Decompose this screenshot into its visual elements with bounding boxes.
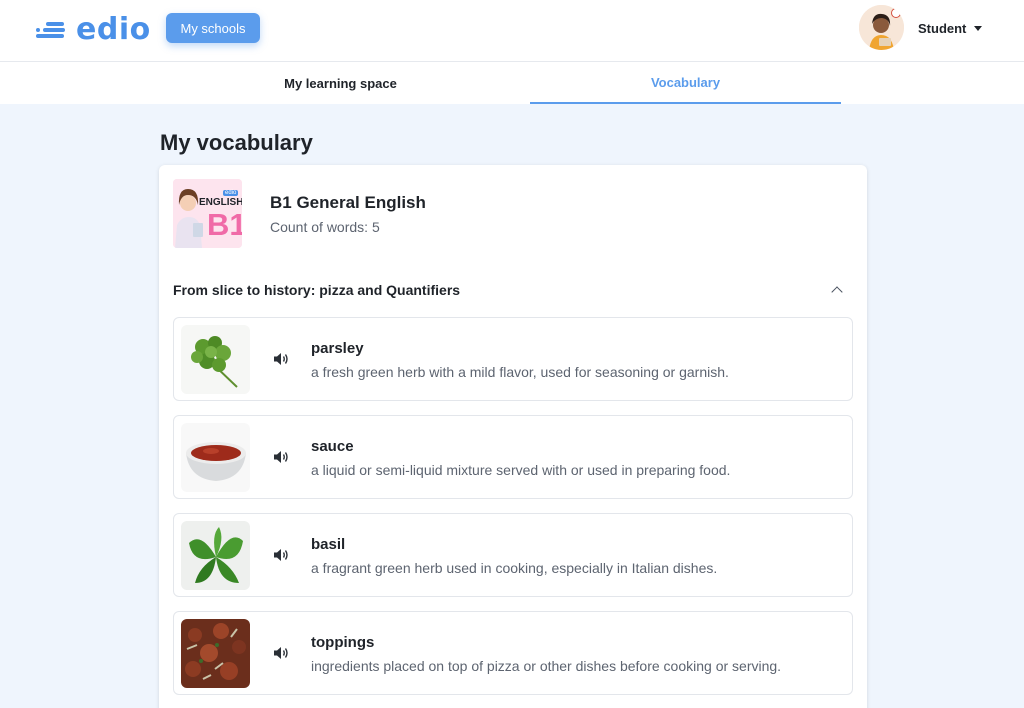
word-term: basil	[311, 536, 346, 553]
user-menu-dropdown[interactable]: Student	[918, 18, 983, 38]
top-header: edio My schools Student	[0, 0, 1024, 62]
course-thumbnail: edio ENGLISH B1	[173, 179, 242, 248]
vocabulary-item: sauce a liquid or semi-liquid mixture se…	[173, 415, 853, 499]
page-title: My vocabulary	[160, 130, 313, 155]
pizza-toppings-image	[181, 619, 250, 688]
thumbnail-brand-tag: edio	[223, 190, 239, 196]
chevron-up-icon[interactable]	[831, 286, 843, 298]
speaker-icon[interactable]	[272, 547, 290, 563]
word-term: parsley	[311, 340, 364, 357]
word-definition: a fresh green herb with a mild flavor, u…	[311, 364, 729, 380]
word-definition: a fragrant green herb used in cooking, e…	[311, 560, 718, 576]
user-role-label: Student	[918, 20, 967, 36]
edio-logo[interactable]: edio	[36, 11, 151, 47]
logo-mark-icon	[36, 19, 68, 39]
main-tabs: My learning space Vocabulary	[0, 62, 1024, 104]
thumbnail-level-label: B1	[207, 207, 242, 242]
word-count-label: Count of words: 5	[270, 219, 380, 235]
vocabulary-item: parsley a fresh green herb with a mild f…	[173, 317, 853, 401]
word-definition: a liquid or semi-liquid mixture served w…	[311, 462, 731, 478]
tab-my-learning-space[interactable]: My learning space	[185, 62, 496, 104]
parsley-image	[181, 325, 250, 394]
speaker-icon[interactable]	[272, 351, 290, 367]
tab-vocabulary[interactable]: Vocabulary	[530, 62, 841, 104]
lesson-section-title: From slice to history: pizza and Quantif…	[173, 282, 461, 298]
basil-image	[181, 521, 250, 590]
caret-down-icon	[974, 25, 983, 31]
speaker-icon[interactable]	[272, 449, 290, 465]
vocabulary-item: toppings ingredients placed on top of pi…	[173, 611, 853, 695]
word-definition: ingredients placed on top of pizza or ot…	[311, 658, 782, 674]
user-avatar[interactable]	[859, 5, 904, 50]
sauce-bowl-image	[181, 423, 250, 492]
word-term: sauce	[311, 438, 354, 455]
lesson-section-toggle[interactable]: From slice to history: pizza and Quantif…	[173, 277, 853, 303]
logo-text: edio	[76, 11, 151, 47]
course-title: B1 General English	[270, 193, 426, 212]
vocabulary-item: basil a fragrant green herb used in cook…	[173, 513, 853, 597]
speaker-icon[interactable]	[272, 645, 290, 661]
vocabulary-card: edio ENGLISH B1 B1 General English Count…	[159, 165, 867, 708]
word-term: toppings	[311, 634, 375, 651]
my-schools-button[interactable]: My schools	[166, 13, 260, 43]
notification-badge	[891, 8, 901, 18]
